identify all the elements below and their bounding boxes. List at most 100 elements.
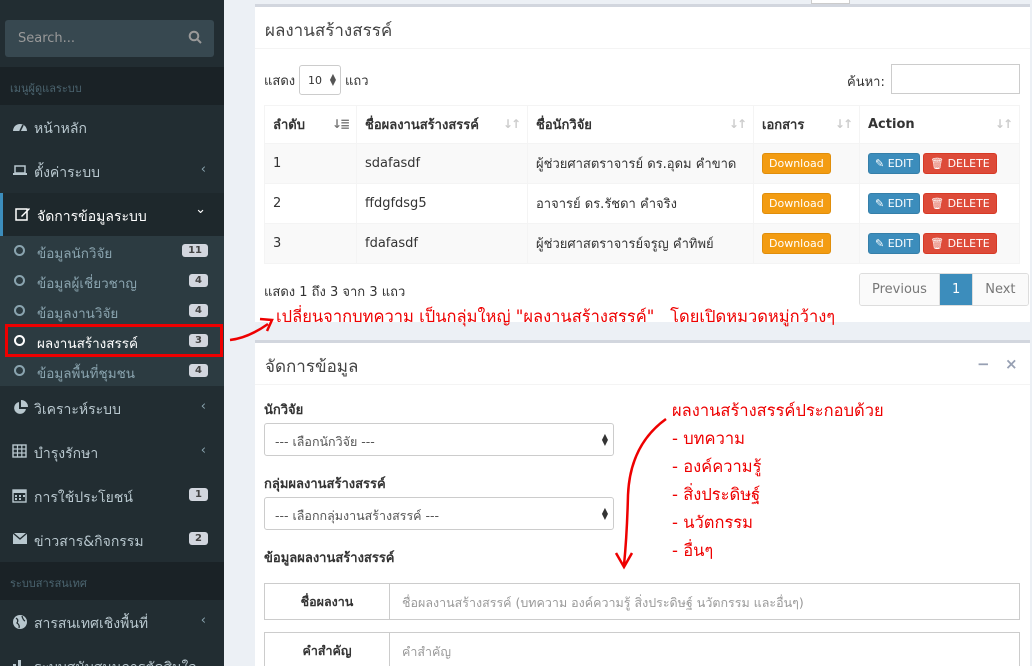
group-label: กลุ่มผลงานสร้างสรรค์ <box>264 477 386 492</box>
submenu-item-experts[interactable]: ข้อมูลผู้เชี่ยวชาญ 4 <box>0 266 224 296</box>
sidebar-item-analysis[interactable]: วิเคราะห์ระบบ ‹ <box>0 386 224 430</box>
edit-icon: ✎ <box>875 197 888 210</box>
cell-action: ✎ EDIT 🗑 DELETE <box>859 183 1020 224</box>
sidebar-item-data-management[interactable]: จัดการข้อมูลระบบ ⌄ <box>0 193 224 237</box>
download-button[interactable]: Download <box>762 233 831 254</box>
count-badge: 4 <box>189 364 208 377</box>
creative-works-list-box: ผลงานสร้างสรรค์ แสดง 10 ▲ ▼ แถว ค้นหา: ลำ… <box>255 4 1030 322</box>
sidebar-item-label: ข่าวสาร&กิจกรรม <box>34 534 144 550</box>
trash-icon: 🗑 <box>930 237 948 250</box>
count-badge: 4 <box>189 274 208 287</box>
download-button[interactable]: Download <box>762 193 831 214</box>
cell-document: Download <box>753 183 860 224</box>
cell-document: Download <box>753 223 860 264</box>
page-1-button[interactable]: 1 <box>939 274 973 305</box>
close-icon[interactable]: × <box>1005 355 1018 373</box>
sidebar-header-info: ระบบสารสนเทศ <box>0 562 224 600</box>
sidebar-item-label: ระบบสนับสนุนการตัดสินใจ <box>34 657 197 666</box>
search-input[interactable]: Search... <box>18 31 75 46</box>
box-title: ผลงานสร้างสรรค์ <box>265 21 393 41</box>
sidebar-item-news[interactable]: ข่าวสาร&กิจกรรม 2 <box>0 518 224 562</box>
search-label: ค้นหา: <box>847 75 885 90</box>
sidebar-item-label: วิเคราะห์ระบบ <box>34 402 121 418</box>
next-button[interactable]: Next <box>972 274 1028 305</box>
sidebar-item-label: จัดการข้อมูลระบบ <box>37 209 147 225</box>
count-badge: 4 <box>189 304 208 317</box>
sort-icon: ↓↑ <box>834 117 853 131</box>
edit-icon: ✎ <box>875 237 888 250</box>
sidebar-item-gis[interactable]: สารสนเทศเชิงพื้นที่ ‹ <box>0 600 224 644</box>
submenu-item-label: ข้อมูลงานวิจัย <box>37 306 119 322</box>
edit-button[interactable]: ✎ EDIT <box>868 233 921 254</box>
name-input[interactable]: ชื่อผลงานสร้างสรรค์ (บทความ องค์ความรู้ … <box>402 593 804 613</box>
calendar-icon <box>12 488 28 504</box>
annotation-list-item: - องค์ความรู้ <box>672 457 762 476</box>
researcher-select-value: --- เลือกนักวิจัย --- <box>275 434 375 449</box>
researcher-select[interactable]: --- เลือกนักวิจัย --- ▲ ▼ <box>264 423 614 456</box>
sidebar-item-home[interactable]: หน้าหลัก <box>0 105 224 149</box>
edit-button[interactable]: ✎ EDIT <box>868 193 921 214</box>
table-row: 1 sdafasdf ผู้ช่วยศาสตราจารย์ ดร.อุดม คำ… <box>264 143 1020 184</box>
page-length-select[interactable]: 10 ▲ ▼ <box>299 65 341 95</box>
sidebar-item-maintenance[interactable]: บำรุงรักษา ‹ <box>0 430 224 474</box>
sidebar-item-dss[interactable]: ระบบสนับสนุนการตัดสินใจ <box>0 644 224 666</box>
cell-action: ✎ EDIT 🗑 DELETE <box>859 143 1020 184</box>
page-length-value: 10 <box>308 74 322 87</box>
trash-icon: 🗑 <box>930 197 948 210</box>
table-search-input[interactable] <box>891 64 1020 94</box>
annotation-down-arrow-icon <box>614 417 667 570</box>
delete-button[interactable]: 🗑 DELETE <box>923 233 997 254</box>
select-arrows-icon: ▲ ▼ <box>601 506 608 521</box>
sort-asc-icon: ↓≣ <box>331 117 350 131</box>
chevron-left-icon: ‹ <box>200 162 206 177</box>
data-table: ลำดับ ↓≣ ชื่อผลงานสร้างสรรค์ ↓↑ ชื่อนักวิจ… <box>264 105 1020 264</box>
sort-icon: ↓↑ <box>728 117 747 131</box>
download-button[interactable]: Download <box>762 153 831 174</box>
pie-chart-icon <box>12 400 28 416</box>
circle-icon <box>14 245 25 256</box>
sidebar-search[interactable]: Search... <box>5 20 214 57</box>
previous-button[interactable]: Previous <box>860 274 940 305</box>
column-header-researcher[interactable]: ชื่อนักวิจัย ↓↑ <box>527 105 754 144</box>
group-select[interactable]: --- เลือกกลุ่มงานสร้างสรรค์ --- ▲ ▼ <box>264 497 614 530</box>
annotation-list-item: - นวัตกรรม <box>672 513 754 532</box>
keyword-input[interactable]: คำสำคัญ <box>402 642 451 662</box>
count-badge: 2 <box>189 532 208 545</box>
cell-researcher: ผู้ช่วยศาสตราจารย์จรูญ คำทิพย์ <box>527 223 754 264</box>
submenu-item-research[interactable]: ข้อมูลงานวิจัย 4 <box>0 296 224 326</box>
column-header-document[interactable]: เอกสาร ↓↑ <box>753 105 860 144</box>
column-header-action[interactable]: Action ↓↑ <box>859 105 1020 144</box>
submenu-item-label: ข้อมูลพื้นที่ชุมชน <box>37 366 135 382</box>
column-header-title[interactable]: ชื่อผลงานสร้างสรรค์ ↓↑ <box>356 105 528 144</box>
sort-icon: ↓↑ <box>994 117 1013 131</box>
sidebar-item-label: ตั้งค่าระบบ <box>34 165 100 181</box>
researcher-label: นักวิจัย <box>264 403 304 418</box>
cell-action: ✎ EDIT 🗑 DELETE <box>859 223 1020 264</box>
minimize-icon[interactable]: − <box>977 355 990 373</box>
circle-icon <box>14 275 25 286</box>
circle-icon <box>14 305 25 316</box>
envelope-icon <box>12 532 28 548</box>
delete-button[interactable]: 🗑 DELETE <box>923 153 997 174</box>
cell-title: ffdgfdsg5 <box>356 183 528 224</box>
select-arrows-icon: ▲ ▼ <box>601 432 608 447</box>
annotation-list-item: - อื่นๆ <box>672 541 714 560</box>
table-info: แสดง 1 ถึง 3 จาก 3 แถว <box>264 285 406 300</box>
column-header-no[interactable]: ลำดับ ↓≣ <box>264 105 357 144</box>
highlight-box <box>5 324 223 357</box>
sidebar-item-settings[interactable]: ตั้งค่าระบบ ‹ <box>0 149 224 193</box>
chevron-down-icon: ⌄ <box>195 202 206 217</box>
edit-button[interactable]: ✎ EDIT <box>868 153 921 174</box>
search-icon[interactable] <box>188 30 202 48</box>
count-badge: 1 <box>189 488 208 501</box>
group-select-value: --- เลือกกลุ่มงานสร้างสรรค์ --- <box>275 508 440 523</box>
cell-title: sdafasdf <box>356 143 528 184</box>
delete-button[interactable]: 🗑 DELETE <box>923 193 997 214</box>
annotation-list-item: - สิ่งประดิษฐ์ <box>672 485 761 504</box>
submenu-item-researchers[interactable]: ข้อมูลนักวิจัย 11 <box>0 236 224 266</box>
dashboard-icon <box>12 119 28 135</box>
annotation-list-item: - บทความ <box>672 429 745 448</box>
sidebar-item-utilization[interactable]: การใช้ประโยชน์ 1 <box>0 474 224 518</box>
submenu-item-community[interactable]: ข้อมูลพื้นที่ชุมชน 4 <box>0 356 224 386</box>
annotation-main-note: เปลี่ยนจากบทความ เป็นกลุ่มใหญ่ "ผลงานสร้… <box>276 307 836 326</box>
